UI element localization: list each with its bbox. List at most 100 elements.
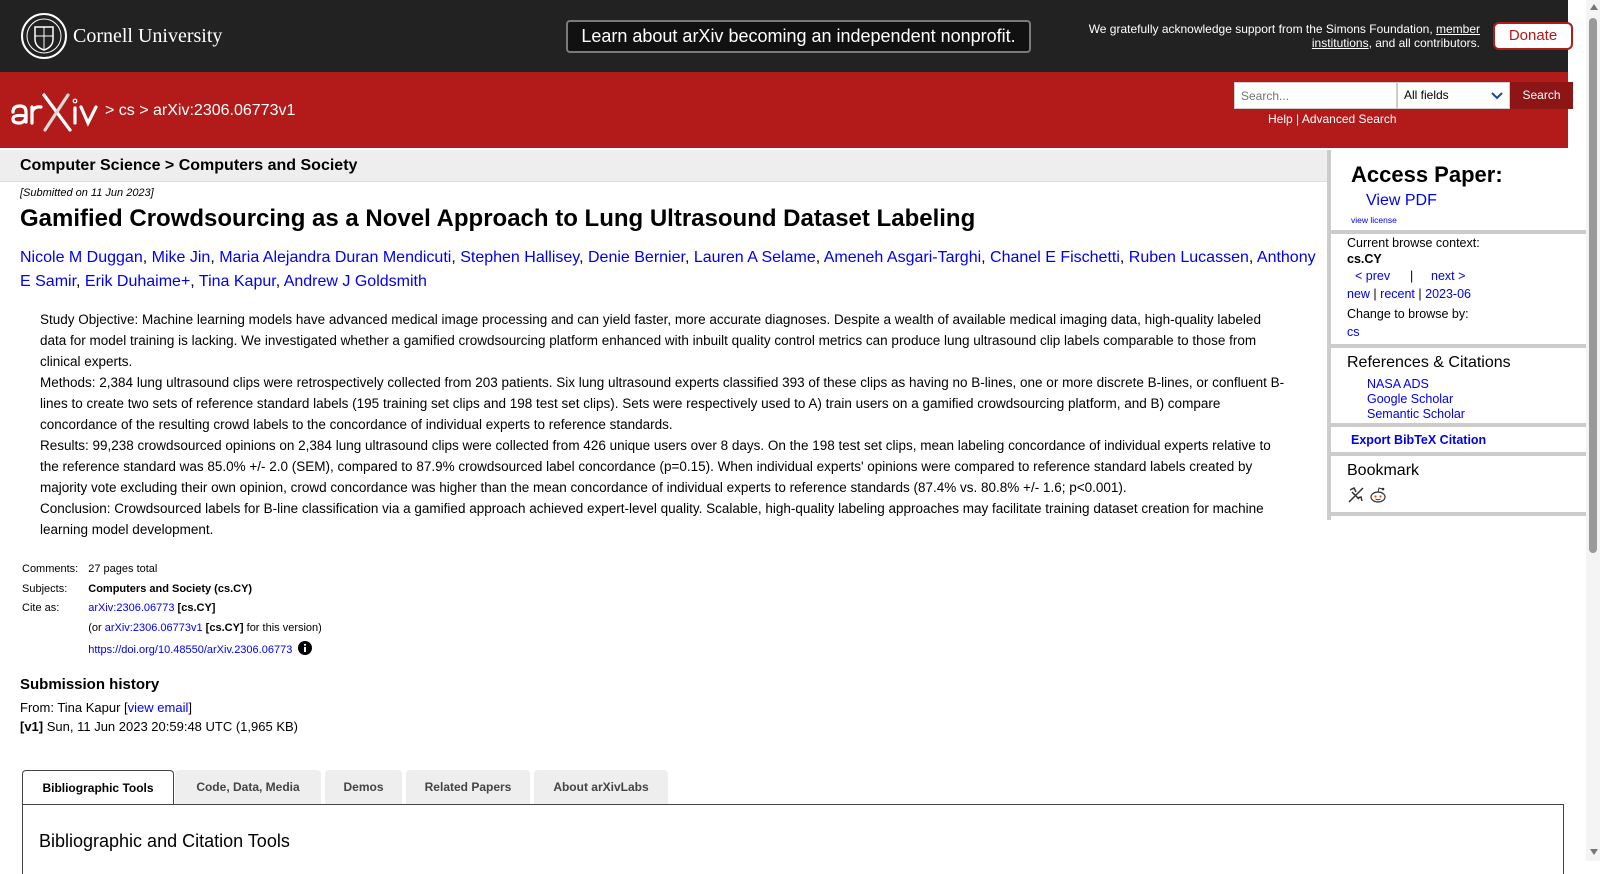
bibsonomy-icon[interactable] [1347, 486, 1365, 504]
breadcrumb-separator: > [134, 102, 154, 119]
nonprofit-banner[interactable]: Learn about arXiv becoming an independen… [566, 20, 1031, 53]
browse-cs-link[interactable]: cs [1347, 325, 1360, 339]
references-section: References & Citations NASA ADS Google S… [1331, 348, 1586, 427]
author-link[interactable]: Lauren A Selame [694, 249, 816, 266]
scrollbar-thumb[interactable] [1589, 18, 1597, 553]
support-text: We gratefully acknowledge support from t… [1060, 22, 1480, 50]
version-label: [v1] [20, 719, 44, 734]
scroll-up-arrow-icon[interactable] [1590, 4, 1598, 10]
view-email-link[interactable]: view email [128, 700, 189, 715]
from-prefix: From: Tina Kapur [ [20, 700, 128, 715]
cite-version-tag: [cs.CY] [202, 621, 244, 634]
tab-demos[interactable]: Demos [325, 770, 402, 804]
bookmark-icons [1347, 486, 1387, 509]
subjects-label: Subjects: [22, 582, 68, 595]
paper-title: Gamified Crowdsourcing as a Novel Approa… [20, 205, 976, 232]
chevron-down-icon [1491, 92, 1503, 100]
cite-version-link[interactable]: arXiv:2306.06773v1 [105, 622, 203, 634]
submission-history-heading: Submission history [20, 676, 160, 693]
breadcrumb-separator: > [105, 102, 119, 119]
access-paper-section: Access Paper: View PDF view license [1331, 150, 1586, 234]
cornell-seal-icon [21, 13, 67, 59]
author-link[interactable]: Denie Bernier [588, 249, 685, 266]
search-input[interactable] [1234, 82, 1397, 109]
recent-link[interactable]: recent [1380, 287, 1415, 301]
author-link[interactable]: Chanel E Fischetti [990, 249, 1120, 266]
view-pdf-link[interactable]: View PDF [1366, 192, 1437, 210]
view-license-link[interactable]: view license [1351, 215, 1397, 225]
author-link[interactable]: Ruben Lucassen [1129, 249, 1249, 266]
abstract-paragraph: Conclusion: Crowdsourced labels for B-li… [40, 501, 1264, 537]
reddit-icon[interactable] [1369, 486, 1387, 504]
abstract-paragraph: Results: 99,238 crowdsourced opinions on… [40, 438, 1271, 495]
prev-link[interactable]: < prev [1355, 269, 1390, 283]
comments-label: Comments: [22, 563, 79, 575]
cite-or-prefix: (or [88, 621, 105, 634]
browse-context-value: cs.CY [1347, 252, 1382, 266]
tab-panel: Bibliographic and Citation Tools [22, 804, 1564, 874]
time-separator: | [1418, 287, 1422, 301]
references-heading: References & Citations [1347, 354, 1511, 371]
abstract: Study Objective: Machine learning models… [40, 309, 1290, 540]
abstract-paragraph: Methods: 2,384 lung ultrasound clips wer… [40, 375, 1285, 432]
submission-from: From: Tina Kapur [view email] [20, 700, 192, 715]
export-bibtex-link[interactable]: Export BibTeX Citation [1351, 433, 1486, 447]
author-link[interactable]: Stephen Hallisey [460, 249, 579, 266]
author-list: Nicole M Duggan, Mike Jin, Maria Alejand… [20, 249, 1316, 290]
author-link[interactable]: Ameneh Asgari-Targhi [824, 249, 981, 266]
change-browse-label: Change to browse by: [1347, 307, 1469, 321]
breadcrumb-cs[interactable]: cs [119, 102, 135, 119]
time-separator: | [1373, 287, 1377, 301]
author-link[interactable]: Mike Jin [152, 249, 211, 266]
advanced-search-link[interactable]: Advanced Search [1302, 112, 1397, 126]
browse-context-section: Current browse context: cs.CY < prev | n… [1331, 234, 1586, 348]
month-link[interactable]: 2023-06 [1425, 287, 1471, 301]
author-link[interactable]: Andrew J Goldsmith [284, 273, 427, 290]
semantic-scholar-link[interactable]: Semantic Scholar [1367, 407, 1465, 421]
bookmark-heading: Bookmark [1347, 462, 1420, 479]
export-section: Export BibTeX Citation [1331, 427, 1586, 456]
from-suffix: ] [188, 700, 192, 715]
prev-next-separator: | [1410, 269, 1414, 283]
tab-bibliographic-tools[interactable]: Bibliographic Tools [22, 770, 174, 805]
tab-code-data-media[interactable]: Code, Data, Media [175, 770, 321, 804]
search-links: Help | Advanced Search [1268, 112, 1397, 126]
author-link[interactable]: Maria Alejandra Duran Mendicuti [219, 249, 451, 266]
scroll-down-arrow-icon[interactable] [1590, 849, 1598, 855]
browse-context-label: Current browse context: [1347, 236, 1480, 250]
comments-value: 27 pages total [88, 563, 158, 575]
cornell-logo[interactable]: Cornell University [20, 12, 230, 60]
new-link[interactable]: new [1347, 287, 1370, 301]
author-link[interactable]: Tina Kapur [199, 273, 276, 290]
search-field-select[interactable]: All fields [1397, 82, 1510, 109]
access-paper-heading: Access Paper: [1351, 162, 1503, 187]
panel-heading: Bibliographic and Citation Tools [39, 831, 290, 851]
next-link[interactable]: next > [1431, 269, 1465, 283]
nasa-ads-link[interactable]: NASA ADS [1367, 377, 1429, 391]
tab-about-arxivlabs[interactable]: About arXivLabs [534, 770, 668, 804]
doi-link[interactable]: https://doi.org/10.48550/arXiv.2306.0677… [88, 644, 292, 656]
breadcrumb: > cs > arXiv:2306.06773v1 [105, 102, 295, 120]
google-scholar-link[interactable]: Google Scholar [1367, 392, 1453, 406]
author-link[interactable]: Nicole M Duggan [20, 249, 143, 266]
info-icon[interactable] [298, 641, 313, 655]
donate-button[interactable]: Donate [1493, 22, 1573, 50]
cite-label: Cite as: [22, 602, 60, 614]
author-link[interactable]: Erik Duhaime+ [85, 273, 190, 290]
arxiv-header: > cs > arXiv:2306.06773v1 All fields Sea… [0, 72, 1573, 148]
search-field-value: All fields [1404, 88, 1449, 102]
extra-services-sidebar: Access Paper: View PDF view license Curr… [1327, 150, 1586, 520]
abstract-paragraph: Study Objective: Machine learning models… [40, 312, 1261, 369]
cite-id-link[interactable]: arXiv:2306.06773 [88, 602, 174, 614]
table-row: Comments: 27 pages total [20, 563, 324, 583]
help-link[interactable]: Help [1268, 112, 1293, 126]
tab-related-papers[interactable]: Related Papers [406, 770, 530, 804]
version-v1: [v1] Sun, 11 Jun 2023 20:59:48 UTC (1,96… [20, 719, 298, 734]
subjects-value: Computers and Society (cs.CY) [88, 582, 253, 595]
table-row: Subjects: Computers and Society (cs.CY) [20, 583, 324, 603]
table-row: https://doi.org/10.48550/arXiv.2306.0677… [20, 641, 324, 661]
link-separator: | [1292, 112, 1302, 126]
arxiv-logo[interactable] [10, 90, 100, 132]
cornell-name: Cornell University [73, 25, 223, 47]
search-button[interactable]: Search [1510, 82, 1573, 109]
